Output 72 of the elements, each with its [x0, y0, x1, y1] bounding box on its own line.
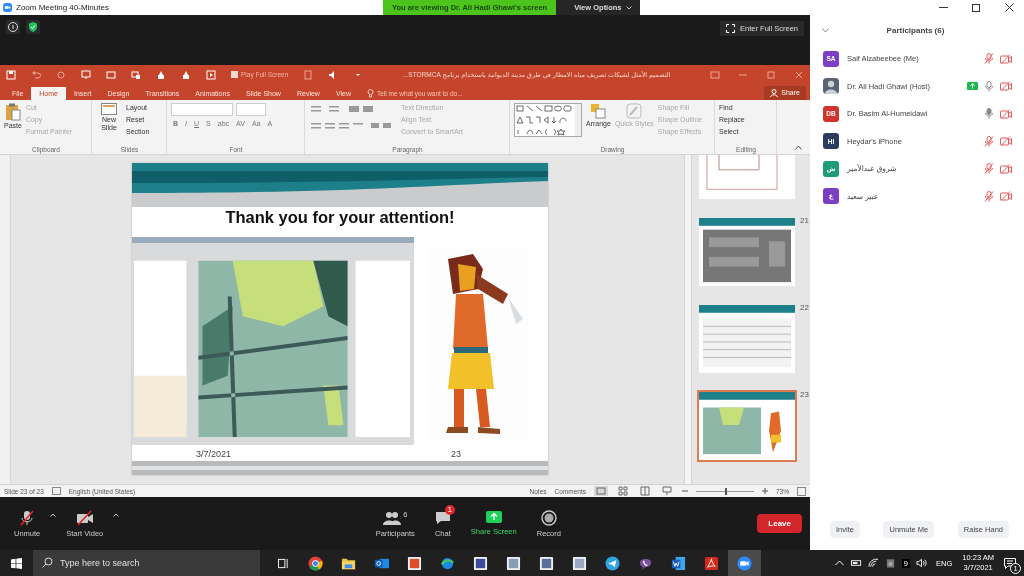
show-hidden-icons[interactable] [833, 558, 845, 568]
font-name-field[interactable] [171, 102, 233, 116]
slide-date: 3/7/2021 [196, 448, 232, 459]
video-off-icon [75, 509, 94, 526]
caret-icon[interactable] [113, 512, 120, 517]
person-icon [770, 88, 779, 97]
shapes-icon[interactable] [156, 69, 166, 80]
slide-icon [101, 102, 117, 115]
shapes-gallery[interactable] [514, 102, 582, 137]
screen-icon[interactable] [106, 69, 116, 80]
brush-icon [626, 102, 643, 119]
leave-button[interactable]: Leave [757, 514, 802, 533]
pdf-icon [704, 555, 719, 571]
chevron-icon[interactable] [822, 27, 829, 33]
chat-icon [434, 510, 451, 525]
tray-badge[interactable]: 9 [901, 558, 911, 568]
reading-view-icon[interactable] [638, 486, 652, 496]
app-icon [473, 555, 488, 571]
notification-icon[interactable] [1004, 557, 1016, 569]
app-icon [407, 555, 422, 571]
save-icon[interactable] [6, 69, 16, 80]
search-icon [42, 557, 53, 568]
people-icon [383, 510, 402, 525]
slideshow-icon[interactable] [660, 486, 674, 496]
document-icon [671, 555, 686, 571]
zoom-in-icon[interactable] [762, 488, 768, 494]
app-icon [506, 555, 521, 571]
normal-view-icon[interactable] [594, 486, 608, 496]
fit-slide-icon[interactable] [797, 486, 806, 496]
share-screen-icon [485, 509, 502, 524]
chevron-icon [625, 5, 632, 10]
slide-number: 23 [451, 448, 462, 459]
app-icon [539, 555, 554, 571]
collapse-icon[interactable] [795, 144, 802, 150]
grid-view-icon[interactable] [616, 486, 630, 496]
record-icon [540, 509, 557, 526]
info-icon[interactable] [6, 20, 20, 34]
panel-title: Participants (6) [885, 25, 946, 35]
paper-plane-icon [605, 555, 620, 571]
slide-number: 23 [800, 389, 809, 399]
record-icon[interactable] [206, 69, 216, 80]
battery-icon[interactable] [850, 558, 862, 568]
slide-number: 21 [800, 215, 809, 225]
presentation-icon[interactable] [81, 69, 91, 80]
slide-number: 22 [800, 302, 809, 312]
app-icon [572, 555, 587, 571]
muted-mic-icon [19, 509, 36, 526]
start-icon[interactable] [11, 557, 22, 569]
window-title: Zoom Meeting 40-Minutes [16, 3, 109, 12]
lightbulb-icon [366, 88, 374, 98]
scrollbar[interactable] [684, 154, 692, 485]
shield-icon[interactable] [26, 20, 40, 34]
globe-icon [440, 555, 455, 571]
wifi-icon[interactable] [867, 558, 879, 568]
shapes-icon[interactable] [181, 69, 191, 80]
spellcheck-icon[interactable] [51, 487, 61, 495]
video-camera-icon [737, 555, 752, 571]
arrange-icon [590, 102, 607, 119]
fullscreen-icon [726, 24, 736, 33]
volume-icon[interactable] [916, 558, 928, 568]
clipboard-icon [4, 102, 21, 121]
close-icon[interactable] [1005, 3, 1014, 12]
browser-icon [308, 555, 323, 571]
search-field[interactable]: Type here to search [33, 550, 260, 576]
task-view-icon[interactable] [278, 557, 289, 569]
caret-icon[interactable] [50, 512, 57, 517]
taskbar-app[interactable] [728, 550, 761, 576]
slide-title: Thank you for your attention! [224, 206, 456, 227]
slides-icon[interactable] [131, 69, 141, 80]
font-size-field[interactable] [236, 102, 266, 116]
maximize-icon[interactable] [972, 3, 981, 12]
app-icon [3, 3, 12, 12]
